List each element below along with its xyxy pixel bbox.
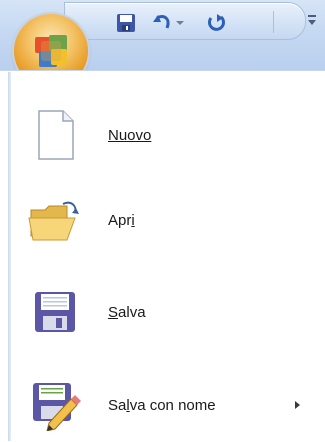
customize-dropdown-icon[interactable]: [305, 12, 319, 28]
office-logo-icon: [35, 35, 67, 67]
menu-item-save-as[interactable]: Salva con nome: [26, 370, 316, 440]
quick-access-toolbar: [64, 2, 306, 40]
save-disk-icon: [26, 283, 84, 341]
open-folder-icon: [26, 191, 84, 249]
redo-icon[interactable]: [203, 10, 229, 36]
save-as-icon: [26, 376, 84, 434]
submenu-arrow-icon: [295, 401, 300, 409]
menu-item-save[interactable]: Salva: [26, 277, 316, 347]
toolbar-separator: [273, 11, 274, 33]
menu-item-label: Salva con nome: [108, 396, 216, 414]
menu-item-open[interactable]: Apri: [26, 185, 316, 255]
undo-dropdown-icon[interactable]: [173, 10, 187, 36]
undo-icon[interactable]: [149, 10, 175, 36]
menu-item-label: Apri: [108, 211, 135, 229]
menu-item-new[interactable]: Nuovo: [26, 100, 316, 170]
menu-item-label: Nuovo: [108, 126, 152, 144]
new-document-icon: [26, 106, 84, 164]
menu-item-label: Salva: [108, 303, 146, 321]
save-icon[interactable]: [113, 10, 139, 36]
menu-left-border: [8, 72, 11, 441]
